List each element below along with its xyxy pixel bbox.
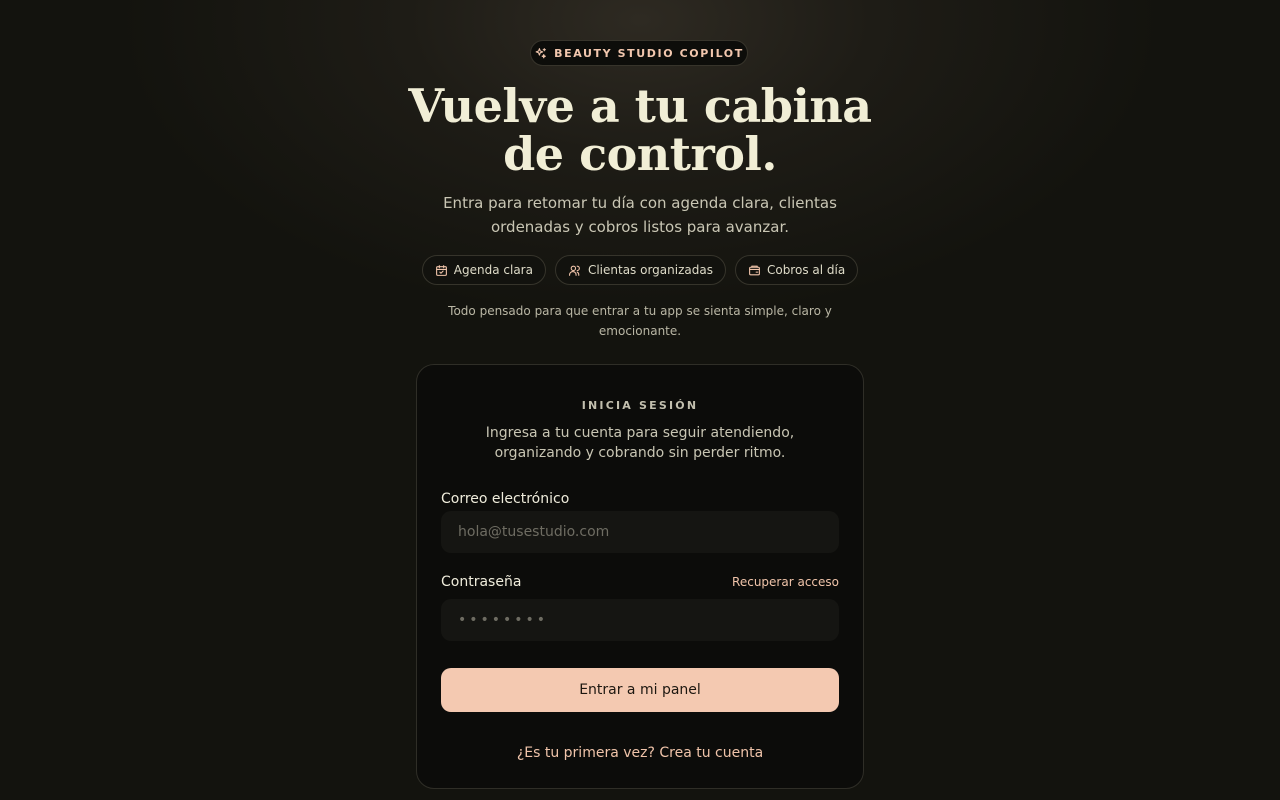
calendar-icon [435, 264, 448, 277]
login-eyebrow: INICIA SESIÓN [581, 399, 699, 412]
create-account-link[interactable]: ¿Es tu primera vez? Crea tu cuenta [417, 745, 863, 761]
wallet-icon [748, 264, 761, 277]
sparkles-icon [534, 47, 547, 60]
page-title-line-1: Vuelve a tu cabina [408, 79, 872, 133]
email-field[interactable] [441, 511, 839, 553]
chip-clientas: Clientas organizadas [554, 255, 726, 285]
chip-cobros: Cobros al día [734, 255, 859, 285]
users-icon [568, 264, 582, 277]
brand-badge-text: BEAUTY STUDIO COPILOT [554, 46, 744, 60]
chip-agenda: Agenda clara [421, 255, 546, 285]
email-label: Correo electrónico [441, 491, 570, 507]
page-title-line-2: de control. [503, 127, 777, 181]
brand-badge: BEAUTY STUDIO COPILOT [530, 40, 748, 66]
page-title: Vuelve a tu cabina de control. [340, 82, 940, 178]
chip-agenda-label: Agenda clara [453, 263, 533, 277]
login-description: Ingresa a tu cuenta para seguir atendien… [485, 425, 795, 461]
intro-note: Todo pensado para que entrar a tu app se… [448, 304, 832, 338]
password-label: Contraseña [441, 574, 522, 590]
password-field[interactable] [441, 599, 839, 641]
login-submit-button[interactable]: Entrar a mi panel [441, 668, 839, 712]
chip-clientas-label: Clientas organizadas [587, 263, 713, 277]
page-subtitle: Entra para retomar tu día con agenda cla… [443, 194, 837, 236]
recover-access-link[interactable]: Recuperar acceso [732, 575, 839, 589]
login-page: BEAUTY STUDIO COPILOT Vuelve a tu cabina… [0, 0, 1280, 800]
feature-chips: Agenda clara Clientas organizadas Cobros… [0, 255, 1280, 285]
login-card: INICIA SESIÓN Ingresa a tu cuenta para s… [416, 364, 864, 789]
chip-cobros-label: Cobros al día [766, 263, 846, 277]
